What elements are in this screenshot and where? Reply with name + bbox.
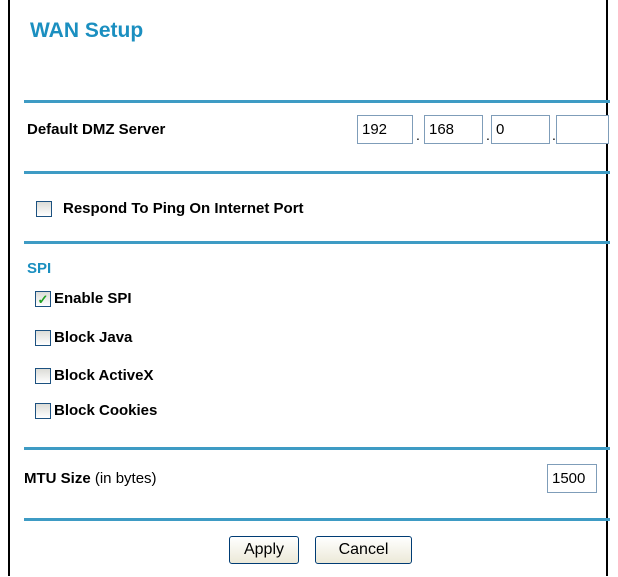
enable-spi-label: Enable SPI xyxy=(54,290,132,307)
section-divider xyxy=(24,100,610,103)
ping-label: Respond To Ping On Internet Port xyxy=(63,200,304,217)
section-divider xyxy=(24,518,610,521)
page-title: WAN Setup xyxy=(30,19,144,42)
block-activex-label: Block ActiveX xyxy=(54,367,154,384)
block-cookies-label: Block Cookies xyxy=(54,402,158,419)
dmz-ip-octet-4[interactable] xyxy=(556,115,609,144)
section-divider xyxy=(24,171,610,174)
dmz-label: Default DMZ Server xyxy=(27,121,166,138)
ip-separator: . xyxy=(416,127,420,143)
dmz-ip-octet-3[interactable] xyxy=(491,115,550,144)
mtu-label-text: MTU Size xyxy=(24,470,91,487)
ping-checkbox[interactable] xyxy=(36,201,52,217)
mtu-label: MTU Size (in bytes) xyxy=(24,470,157,487)
block-java-label: Block Java xyxy=(54,329,133,346)
enable-spi-checkbox[interactable]: ✓ xyxy=(35,291,51,307)
section-divider xyxy=(24,241,610,244)
apply-button[interactable]: Apply xyxy=(229,536,299,564)
checkmark-icon: ✓ xyxy=(37,291,49,307)
block-activex-checkbox[interactable] xyxy=(35,368,51,384)
spi-heading: SPI xyxy=(27,260,52,277)
dmz-ip-octet-2[interactable] xyxy=(424,115,483,144)
section-divider xyxy=(24,447,610,450)
mtu-size-input[interactable] xyxy=(547,464,597,493)
block-cookies-checkbox[interactable] xyxy=(35,403,51,419)
mtu-unit: (in bytes) xyxy=(94,470,157,487)
page-frame xyxy=(8,0,608,576)
dmz-ip-octet-1[interactable] xyxy=(357,115,413,144)
block-java-checkbox[interactable] xyxy=(35,330,51,346)
cancel-button[interactable]: Cancel xyxy=(315,536,412,564)
ip-separator: . xyxy=(486,127,490,143)
